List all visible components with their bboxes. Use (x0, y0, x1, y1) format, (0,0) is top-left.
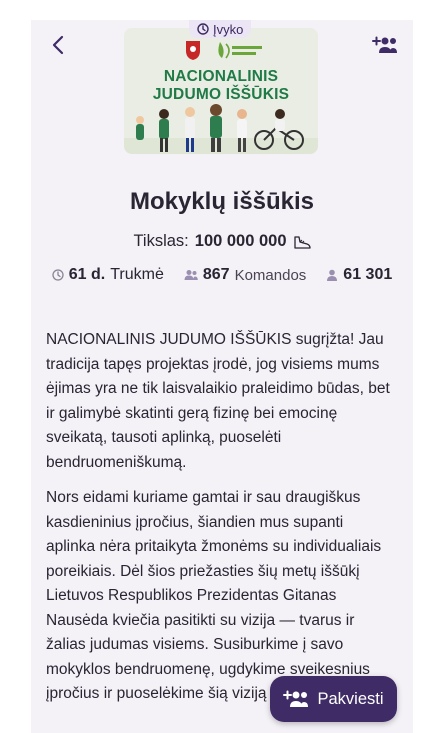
status-badge: Įvyko (189, 20, 252, 38)
challenge-banner: NACIONALINIS JUDUMO IŠŠŪKIS (124, 28, 318, 154)
logos-image (186, 41, 262, 60)
goal-row: Tikslas: 100 000 000 (31, 232, 413, 251)
invite-button-label: Pakviesti (317, 689, 384, 708)
add-group-icon (372, 36, 397, 53)
clock-icon (52, 269, 64, 281)
stat-duration-value: 61 d. (68, 266, 106, 283)
challenge-screen: NACIONALINIS JUDUMO IŠŠŪKIS Įvyko Mokykl… (31, 20, 413, 733)
invite-button[interactable]: Pakviesti (270, 676, 397, 722)
add-group-icon (283, 690, 309, 707)
banner-title: NACIONALINIS JUDUMO IŠŠŪKIS (124, 68, 318, 104)
stat-teams-value: 867 (202, 266, 230, 283)
description-paragraph-2: Nors eidami kuriame gamtai ir sau draugi… (46, 489, 382, 702)
back-button[interactable] (41, 28, 75, 62)
stats-row: 61 d. Trukmė 867 Komandos 61 301 (31, 266, 413, 284)
challenge-title: Mokyklų iššūkis (129, 188, 315, 215)
stat-participants: 61 301 (326, 266, 392, 284)
chevron-left-icon (52, 35, 64, 55)
banner-title-line1: NACIONALINIS (163, 68, 279, 85)
shoe-icon (293, 235, 311, 249)
description-paragraph-1: NACIONALINIS JUDUMO IŠŠŪKIS sugrįžta! Ja… (46, 331, 390, 471)
stat-participants-value: 61 301 (343, 266, 393, 283)
goal-label: Tikslas: (133, 232, 189, 250)
stat-teams-label: Komandos (234, 266, 307, 284)
person-icon (327, 269, 338, 281)
stat-teams: 867 Komandos (184, 266, 306, 284)
stat-duration: 61 d. Trukmė (52, 266, 164, 284)
stat-duration-label: Trukmė (110, 266, 164, 283)
group-icon (184, 270, 198, 280)
status-label: Įvyko (213, 21, 244, 37)
clock-icon (197, 23, 209, 35)
add-team-button[interactable] (368, 28, 402, 62)
goal-value: 100 000 000 (194, 232, 287, 250)
people-walking-illustration (124, 104, 318, 154)
